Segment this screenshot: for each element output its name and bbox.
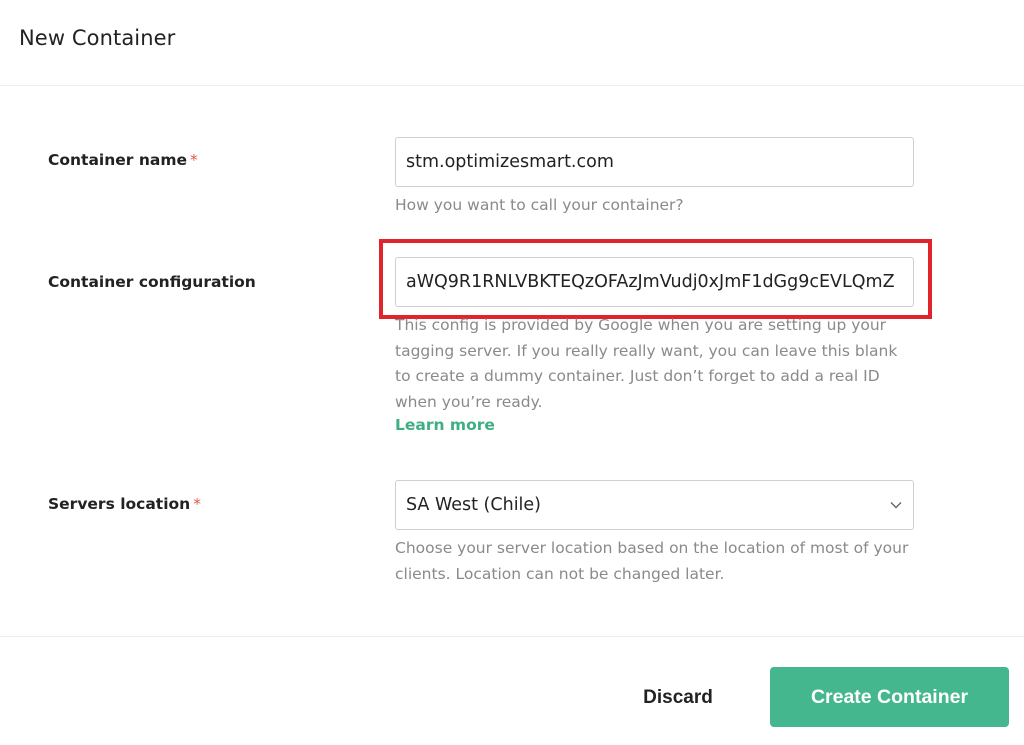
dialog-header: New Container	[0, 0, 1024, 86]
servers-location-select[interactable]: SA West (Chile)	[395, 480, 914, 530]
servers-location-label: Servers location *	[48, 495, 201, 513]
container-configuration-label-text: Container configuration	[48, 273, 256, 291]
learn-more-link[interactable]: Learn more	[395, 416, 495, 434]
container-configuration-help: This config is provided by Google when y…	[395, 316, 898, 411]
servers-location-selected: SA West (Chile)	[406, 495, 542, 515]
container-configuration-input[interactable]	[395, 257, 914, 307]
create-container-button[interactable]: Create Container	[770, 667, 1009, 727]
required-mark: *	[193, 495, 201, 513]
servers-location-help: Choose your server location based on the…	[395, 539, 909, 583]
container-name-label-text: Container name	[48, 151, 187, 169]
discard-button[interactable]: Discard	[623, 676, 733, 720]
chevron-down-icon	[889, 498, 903, 512]
container-name-label: Container name *	[48, 151, 198, 169]
page-title: New Container	[19, 26, 176, 50]
container-name-input[interactable]	[395, 137, 914, 187]
container-configuration-label: Container configuration	[48, 273, 256, 291]
container-name-help: How you want to call your container?	[395, 196, 684, 214]
servers-location-label-text: Servers location	[48, 495, 191, 513]
required-mark: *	[190, 151, 198, 169]
